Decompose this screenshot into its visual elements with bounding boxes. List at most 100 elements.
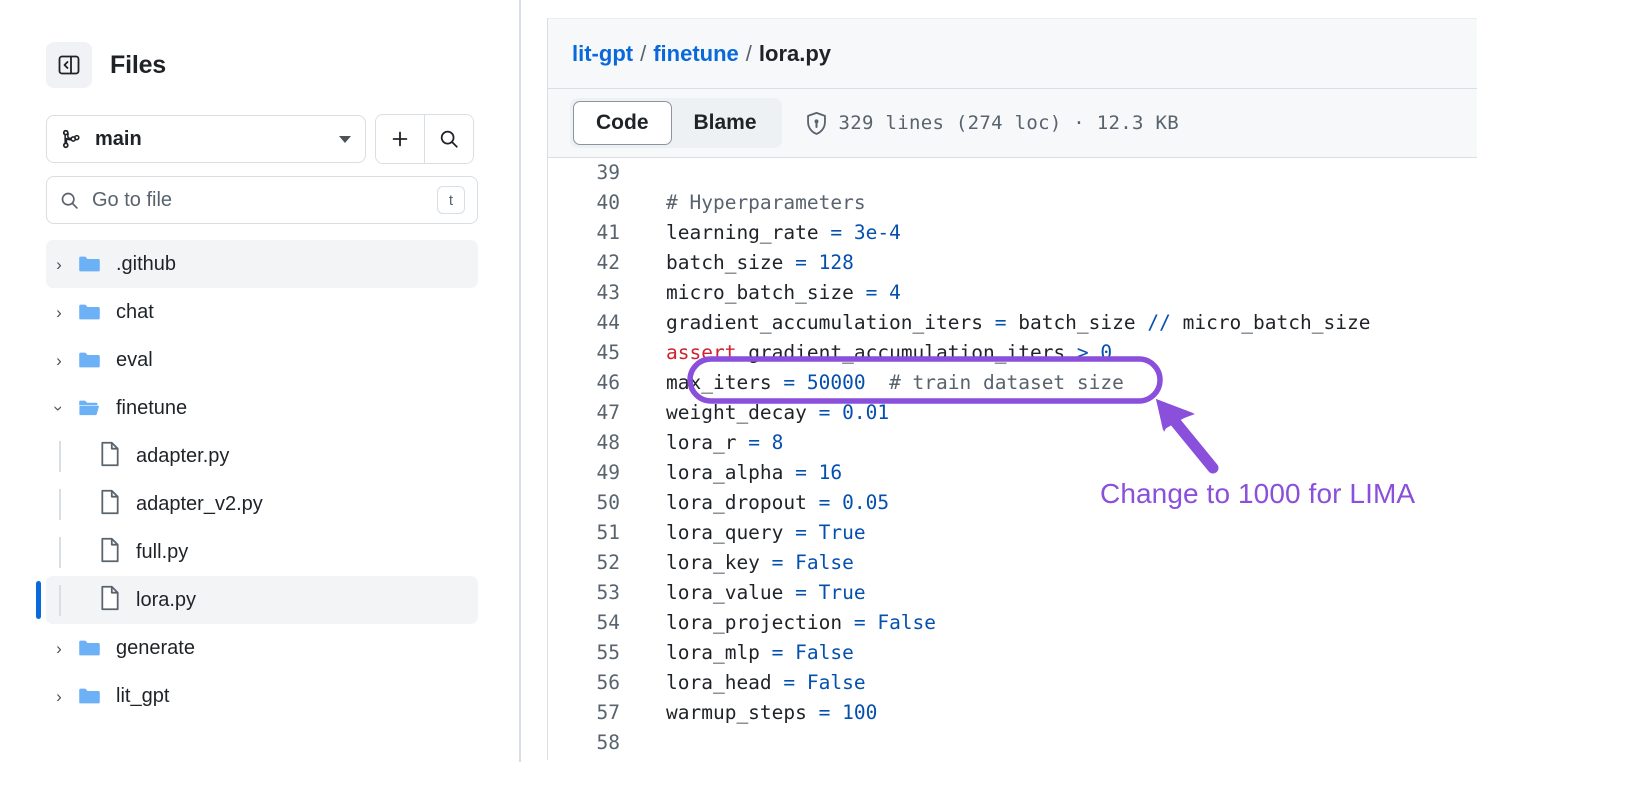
line-number[interactable]: 54 (548, 608, 620, 638)
code-token: = (830, 221, 854, 244)
line-number[interactable]: 51 (548, 518, 620, 548)
code-line: 43 micro_batch_size = 4 (548, 278, 1626, 308)
breadcrumb-repo[interactable]: lit-gpt (572, 41, 633, 67)
line-number[interactable]: 52 (548, 548, 620, 578)
tree-file-full-py[interactable]: full.py (46, 528, 478, 576)
sidebar-search-button[interactable] (424, 115, 473, 163)
code-token: False (795, 641, 854, 664)
tree-folder-eval[interactable]: › eval (46, 336, 478, 384)
line-content: lora_value = True (620, 578, 866, 608)
line-number[interactable]: 47 (548, 398, 620, 428)
code-token: lora_dropout (666, 491, 819, 514)
folder-icon (78, 400, 99, 416)
line-number[interactable]: 48 (548, 428, 620, 458)
sidebar-divider (519, 0, 521, 762)
tree-child-wrap (46, 536, 122, 568)
tree-folder-finetune[interactable]: › finetune (46, 384, 478, 432)
breadcrumb-folder[interactable]: finetune (653, 41, 739, 67)
folder-icon (78, 256, 100, 272)
code-token: = (994, 311, 1019, 334)
line-number[interactable]: 43 (548, 278, 620, 308)
code-token: = (795, 581, 819, 604)
tree-item-icon (98, 489, 122, 519)
line-number[interactable]: 58 (548, 728, 620, 758)
breadcrumb: lit-gpt / finetune / lora.py (548, 18, 1477, 88)
tree-item-icon (98, 585, 122, 615)
tree-child-wrap (46, 488, 122, 520)
search-icon (440, 130, 458, 148)
tab-code[interactable]: Code (573, 101, 672, 145)
line-number[interactable]: 50 (548, 488, 620, 518)
line-number[interactable]: 45 (548, 338, 620, 368)
chevron-right-icon[interactable]: › (46, 688, 72, 705)
code-token: micro_batch_size (666, 281, 866, 304)
add-file-button[interactable] (376, 115, 424, 163)
code-token: False (806, 671, 866, 694)
folder-icon (78, 640, 100, 656)
line-number[interactable]: 42 (548, 248, 620, 278)
chevron-right-icon[interactable]: › (46, 304, 72, 321)
code-line: 44 gradient_accumulation_iters = batch_si… (548, 308, 1626, 338)
code-token: True (818, 521, 866, 544)
view-toggle: Code Blame (570, 98, 782, 148)
code-token: False (795, 551, 854, 574)
line-number[interactable]: 39 (548, 158, 620, 188)
code-token: micro_batch_size (1182, 311, 1371, 334)
chevron-right-icon[interactable]: › (46, 256, 72, 273)
code-token: gradient_accumulation_iters (736, 341, 1077, 364)
tree-child-wrap (46, 440, 122, 472)
tree-folder-lit-gpt[interactable]: › lit_gpt (46, 672, 478, 720)
line-number[interactable]: 40 (548, 188, 620, 218)
tree-item-label: eval (116, 348, 153, 371)
line-content: warmup_steps = 100 (620, 698, 877, 728)
code-token: learning_rate (666, 221, 831, 244)
code-token: # Hyperparameters (666, 191, 866, 214)
tab-blame[interactable]: Blame (672, 101, 779, 145)
code-token: 128 (818, 251, 854, 274)
sidebar-collapse-button[interactable] (46, 42, 92, 88)
code-line: 55 lora_mlp = False (548, 638, 1626, 668)
tree-folder-github[interactable]: › .github (46, 240, 478, 288)
line-number[interactable]: 41 (548, 218, 620, 248)
code-line: 49 lora_alpha = 16 (548, 458, 1626, 488)
chevron-right-icon[interactable]: › (46, 352, 72, 369)
line-number[interactable]: 46 (548, 368, 620, 398)
tree-item-icon (72, 684, 106, 708)
tree-folder-generate[interactable]: › generate (46, 624, 478, 672)
file-meta: 329 lines (274 loc) · 12.3 KB (804, 111, 1179, 136)
code-token: = (865, 281, 890, 304)
line-number[interactable]: 44 (548, 308, 620, 338)
tree-file-lora-py[interactable]: lora.py (36, 576, 478, 624)
code-viewer[interactable]: 39 40 # Hyperparameters 41 learning_rate = 3… (548, 158, 1626, 760)
line-number[interactable]: 49 (548, 458, 620, 488)
line-number[interactable]: 53 (548, 578, 620, 608)
tree-item-icon (98, 441, 122, 471)
chevron-down-icon[interactable]: › (50, 395, 69, 421)
indent-guide (59, 440, 61, 472)
code-token: batch_size (1018, 311, 1148, 334)
line-number[interactable]: 56 (548, 668, 620, 698)
search-shortcut-badge: t (437, 186, 465, 214)
chevron-right-icon[interactable]: › (46, 640, 72, 657)
search-input[interactable]: Go to file t (46, 176, 478, 224)
code-token: = (818, 701, 843, 724)
line-content: lora_key = False (620, 548, 854, 578)
indent-guide (59, 488, 61, 520)
code-line: 54 lora_projection = False (548, 608, 1626, 638)
line-content: lora_r = 8 (620, 428, 783, 458)
line-number[interactable]: 55 (548, 638, 620, 668)
code-line: 42 batch_size = 128 (548, 248, 1626, 278)
tree-file-adapter-py[interactable]: adapter.py (46, 432, 478, 480)
code-token: = (795, 521, 819, 544)
code-token: # train dataset size (865, 371, 1124, 394)
tree-file-adapter_v2-py[interactable]: adapter_v2.py (46, 480, 478, 528)
annotation-text: Change to 1000 for LIMA (1100, 478, 1416, 509)
code-token: gradient_accumulation_iters (666, 311, 995, 334)
tree-item-label: adapter_v2.py (136, 492, 263, 515)
code-token: 16 (818, 461, 843, 484)
tree-folder-chat[interactable]: › chat (46, 288, 478, 336)
code-token: True (818, 581, 866, 604)
code-token: = (771, 551, 796, 574)
branch-selector[interactable]: main (46, 115, 366, 163)
line-number[interactable]: 57 (548, 698, 620, 728)
